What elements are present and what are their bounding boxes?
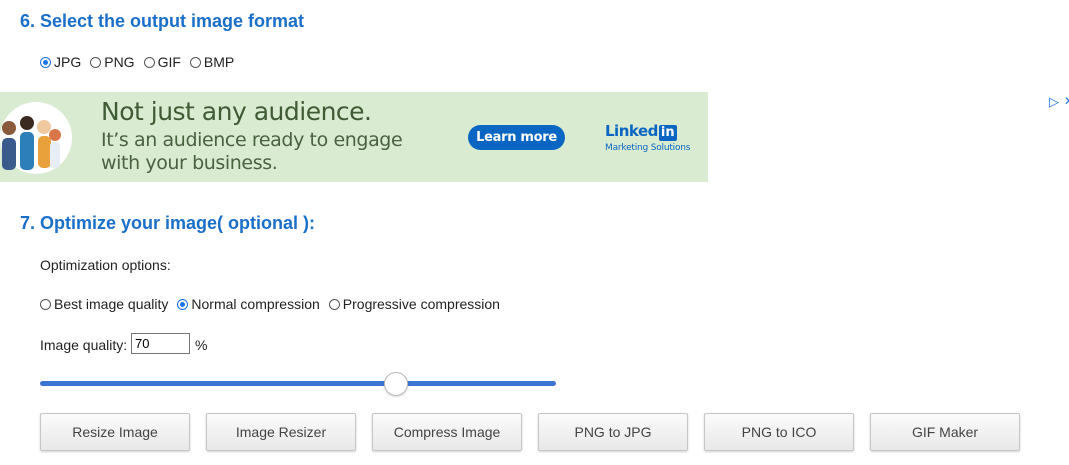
slider-track[interactable]: [40, 381, 556, 386]
ad-headline: Not just any audience.: [101, 97, 372, 126]
format-radio-group: JPG PNG GIF BMP: [40, 54, 243, 70]
radio-bmp[interactable]: BMP: [189, 54, 235, 70]
radio-label: BMP: [203, 54, 235, 70]
png-to-jpg-button[interactable]: PNG to JPG: [538, 413, 688, 451]
radio-button-normal-compression[interactable]: [177, 298, 189, 310]
radio-gif[interactable]: GIF: [143, 54, 181, 70]
image-quality-label: Image quality:: [40, 337, 128, 353]
radio-label: PNG: [104, 54, 135, 70]
quality-slider[interactable]: [40, 372, 556, 396]
radio-button-best-quality[interactable]: [40, 298, 51, 310]
radio-button-png[interactable]: [90, 56, 102, 68]
radio-label: GIF: [157, 54, 181, 70]
radio-jpg[interactable]: JPG: [40, 54, 81, 70]
learn-more-button[interactable]: Learn more: [468, 125, 565, 150]
radio-progressive-compression[interactable]: Progressive compression: [328, 296, 500, 312]
radio-button-jpg[interactable]: [40, 56, 51, 68]
close-icon[interactable]: ✕: [1064, 94, 1069, 108]
png-to-ico-button[interactable]: PNG to ICO: [704, 413, 854, 451]
play-triangle-icon[interactable]: ▷: [1049, 94, 1059, 110]
radio-button-progressive-compression[interactable]: [328, 298, 340, 310]
linkedin-ad-banner[interactable]: Not just any audience. It’s an audience …: [0, 92, 708, 182]
resize-image-button[interactable]: Resize Image: [40, 413, 190, 451]
brand-box: in: [658, 125, 677, 141]
radio-label: Progressive compression: [342, 296, 500, 312]
percent-label: %: [195, 337, 208, 353]
gif-maker-button[interactable]: GIF Maker: [870, 413, 1020, 451]
slider-thumb[interactable]: [384, 372, 409, 396]
compression-radio-group: Best image quality Normal compression Pr…: [40, 296, 509, 312]
step7-title: 7. Optimize your image( optional ):: [20, 213, 316, 233]
optimization-options-label: Optimization options:: [40, 257, 171, 273]
radio-best-quality[interactable]: Best image quality: [40, 296, 168, 312]
linkedin-logo: Linked in Marketing Solutions: [605, 121, 690, 153]
image-quality-input[interactable]: [131, 333, 190, 354]
radio-button-gif[interactable]: [143, 56, 155, 68]
radio-button-bmp[interactable]: [189, 56, 201, 68]
ad-body-text: It’s an audience ready to engage with yo…: [101, 129, 403, 174]
radio-png[interactable]: PNG: [90, 54, 135, 70]
compress-image-button[interactable]: Compress Image: [372, 413, 522, 451]
brand-subtitle: Marketing Solutions: [605, 143, 691, 153]
image-resizer-button[interactable]: Image Resizer: [206, 413, 356, 451]
radio-label: Best image quality: [54, 296, 169, 312]
radio-normal-compression[interactable]: Normal compression: [177, 296, 320, 312]
brand-word: Linked: [605, 122, 658, 140]
tool-buttons: Resize Image Image Resizer Compress Imag…: [40, 413, 1036, 451]
people-illustration-icon: [0, 102, 72, 174]
radio-label: JPG: [54, 54, 82, 70]
radio-label: Normal compression: [191, 296, 320, 312]
step6-title: 6. Select the output image format: [20, 11, 305, 31]
